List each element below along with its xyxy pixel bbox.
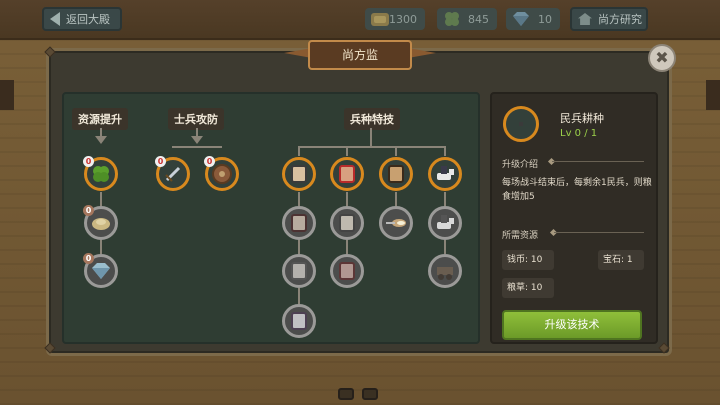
tech-node-gold[interactable]: 0 — [83, 205, 118, 240]
tree-connector — [100, 240, 102, 254]
category-unit-label: 兵种特技 — [344, 108, 400, 130]
tree-connector — [395, 192, 397, 206]
tree-connector — [298, 192, 300, 206]
tech-node-unit-1b[interactable] — [282, 206, 316, 240]
selected-tech-icon — [503, 106, 539, 142]
clover-icon — [445, 12, 459, 26]
level-badge: 0 — [83, 205, 94, 216]
tree-connector — [100, 192, 102, 206]
tree-connector — [346, 146, 348, 156]
militia-icon — [291, 165, 307, 183]
siege-cart-icon — [437, 267, 453, 280]
soldier-icon — [388, 165, 404, 183]
tech-node-unit-1d[interactable] — [282, 304, 316, 338]
tech-node-unit-2a[interactable] — [330, 157, 364, 191]
tree-connector — [298, 288, 300, 304]
wall-decoration-right — [706, 80, 720, 110]
intro-section-title: 升级介绍 — [502, 160, 539, 170]
tech-node-siege[interactable] — [428, 254, 462, 288]
category-resource-label: 资源提升 — [72, 108, 128, 130]
tech-node-diamond[interactable]: 0 — [83, 253, 118, 288]
tree-connector — [346, 240, 348, 254]
bottom-tab[interactable] — [338, 388, 354, 400]
gold-ingot-icon — [92, 218, 110, 230]
militia-icon — [519, 122, 523, 126]
back-arrow-icon — [50, 12, 60, 26]
tech-node-militia-farming[interactable] — [282, 157, 316, 191]
tree-connector — [444, 146, 446, 156]
cavalry-icon — [437, 215, 454, 229]
tree-arrow — [191, 136, 203, 144]
shield-icon — [212, 164, 232, 184]
gold-counter: 1300 — [365, 8, 425, 30]
tech-node-shield[interactable]: 0 — [204, 156, 239, 191]
tree-connector — [298, 146, 446, 148]
tech-node-clover[interactable]: 0 — [83, 156, 118, 191]
soldier-icon — [339, 165, 355, 183]
tech-node-cavalry-2[interactable] — [428, 206, 462, 240]
tree-connector — [298, 146, 300, 156]
soldier-icon — [291, 214, 307, 232]
resources-section-title: 所需资源 — [502, 231, 539, 241]
tech-node-unit-2c[interactable] — [330, 254, 364, 288]
panel-title: 尚方监 — [308, 40, 412, 70]
category-soldier-label: 士兵攻防 — [168, 108, 224, 130]
upgrade-tech-button[interactable]: 升级该技术 — [502, 310, 642, 340]
house-icon — [578, 13, 592, 25]
back-to-hall-button[interactable]: 返回大殿 — [42, 7, 122, 31]
sword-icon — [165, 166, 181, 182]
clover-icon — [93, 166, 109, 182]
tech-node-unit-2b[interactable] — [330, 206, 364, 240]
tech-node-unit-1c[interactable] — [282, 254, 316, 288]
tree-connector — [444, 192, 446, 206]
gem-counter: 10 — [506, 8, 560, 30]
clover-value: 845 — [468, 12, 489, 26]
tech-name: 民兵耕种 — [560, 112, 604, 125]
back-button-label: 返回大殿 — [66, 13, 110, 26]
soldier-icon — [339, 262, 355, 280]
research-button[interactable]: 尚方研究 — [570, 7, 648, 31]
level-badge: 0 — [83, 253, 94, 264]
level-badge: 0 — [204, 156, 215, 167]
soldier-icon — [339, 214, 355, 232]
section-divider — [552, 161, 644, 162]
diamond-icon — [92, 263, 110, 279]
fire-arrow-icon — [386, 219, 406, 227]
wall-decoration-left — [0, 80, 14, 110]
diamond-icon — [513, 12, 529, 26]
soldier-icon — [291, 262, 307, 280]
tech-level: Lv 0 / 1 — [560, 128, 598, 139]
tree-connector — [172, 146, 222, 148]
section-divider — [554, 232, 644, 233]
cost-grain: 粮草: 10 — [502, 278, 554, 298]
tech-description: 每场战斗结束后，每剩余1民兵，则粮食增加5 — [502, 178, 652, 202]
cost-coins: 钱币: 10 — [502, 250, 554, 270]
tree-arrow — [95, 136, 107, 144]
bottom-tab[interactable] — [362, 388, 378, 400]
tech-node-fire-arrow[interactable] — [379, 206, 413, 240]
gold-value: 1300 — [389, 12, 417, 26]
level-badge: 0 — [155, 156, 166, 167]
tree-connector — [370, 128, 372, 146]
tree-connector — [298, 240, 300, 254]
research-button-label: 尚方研究 — [598, 13, 642, 26]
clover-counter: 845 — [437, 8, 497, 30]
tech-node-cavalry[interactable] — [428, 157, 462, 191]
level-badge: 0 — [83, 156, 94, 167]
soldier-icon — [291, 312, 307, 330]
tree-connector — [444, 240, 446, 254]
gold-ingot-icon — [371, 13, 389, 26]
tech-node-unit-3a[interactable] — [379, 157, 413, 191]
gem-value: 10 — [538, 12, 552, 26]
tech-node-sword[interactable]: 0 — [155, 156, 190, 191]
tree-connector — [346, 192, 348, 206]
cavalry-icon — [437, 166, 454, 180]
tree-connector — [395, 146, 397, 156]
close-button[interactable]: ✖ — [648, 44, 676, 72]
cost-gems: 宝石: 1 — [598, 250, 644, 270]
